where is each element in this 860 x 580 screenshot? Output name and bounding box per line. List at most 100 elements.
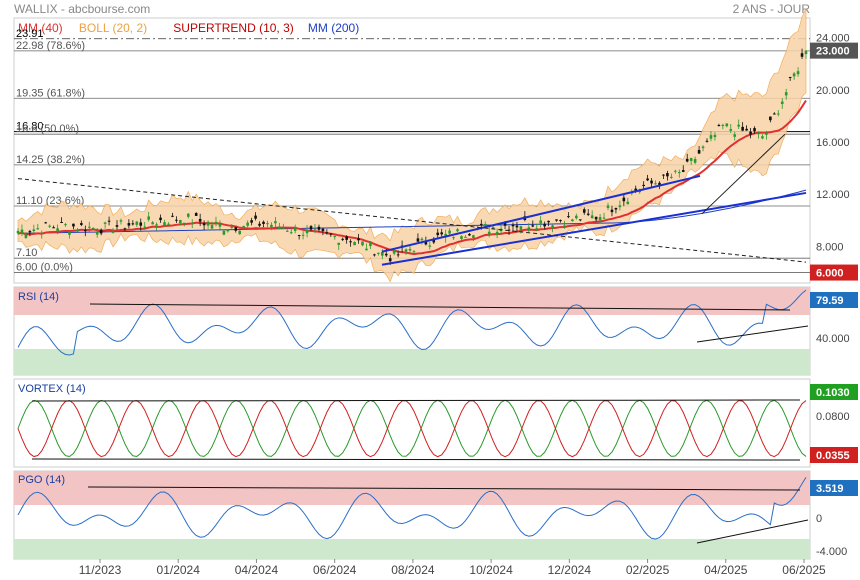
candle-body xyxy=(151,222,154,225)
candle-body xyxy=(456,229,459,232)
legend-item-3: MM (200) xyxy=(308,21,359,35)
rsi-value-badge: 79.59 xyxy=(816,295,844,307)
candle-body xyxy=(527,227,531,231)
candle-body xyxy=(84,230,87,232)
vortex-title: VORTEX (14) xyxy=(18,383,86,395)
vortex-panel xyxy=(13,378,811,468)
pgo-value-badge: 3.519 xyxy=(816,483,844,495)
candle-body xyxy=(753,128,756,132)
candle-body xyxy=(666,173,669,177)
candle-body xyxy=(143,226,147,228)
candle-body xyxy=(622,197,626,202)
candle-body xyxy=(582,209,586,213)
x-tick-8: 04/2025 xyxy=(704,563,748,577)
candle-body xyxy=(567,216,570,218)
candle-body xyxy=(741,126,744,131)
candle-body xyxy=(606,205,610,208)
candle-body xyxy=(91,227,95,229)
candle-body xyxy=(519,226,523,231)
candle-body xyxy=(729,128,733,131)
x-tick-3: 06/2024 xyxy=(313,563,357,577)
candle-body xyxy=(111,231,115,233)
candle-body xyxy=(317,226,321,230)
candle-body xyxy=(769,116,772,121)
candle-body xyxy=(547,220,550,223)
candle-body xyxy=(408,248,412,251)
candle-body xyxy=(780,101,784,104)
last-price-value: 23.000 xyxy=(816,46,850,58)
candle-body xyxy=(674,170,677,172)
candle-body xyxy=(563,225,566,227)
candle-body xyxy=(681,170,685,172)
candle-body xyxy=(733,134,737,137)
candle-body xyxy=(226,229,230,232)
candle-body xyxy=(384,253,388,256)
candle-body xyxy=(788,76,792,78)
candle-body xyxy=(685,158,689,162)
candle-body xyxy=(745,128,748,131)
price-tick-3: 12.000 xyxy=(816,189,850,201)
candle-body xyxy=(107,220,111,222)
stock-chart: WALLIX - abcbourse.com 2 ANS - JOUR MM (… xyxy=(13,2,858,577)
candle-body xyxy=(725,123,729,127)
candle-body xyxy=(610,209,614,213)
candle-body xyxy=(274,221,277,224)
candle-body xyxy=(48,225,51,227)
candle-body xyxy=(297,235,301,237)
candle-body xyxy=(737,124,740,127)
candle-body xyxy=(238,230,242,235)
candle-body xyxy=(677,172,681,174)
candle-body xyxy=(131,223,135,225)
vortex-plus-badge: 0.1030 xyxy=(816,387,850,399)
candle-body xyxy=(119,220,123,222)
x-axis: 11/2023 01/2024 04/2024 06/2024 08/2024 10/20… xyxy=(79,559,826,577)
candle-body xyxy=(278,226,281,230)
candle-body xyxy=(404,249,408,252)
candle-body xyxy=(440,232,443,235)
candle-body xyxy=(202,223,206,226)
rsi-oversold-zone xyxy=(14,349,810,375)
candle-body xyxy=(761,136,764,139)
candle-body xyxy=(44,222,48,224)
candle-body xyxy=(428,245,432,247)
level-label-1: 22.98 (78.6%) xyxy=(16,40,85,52)
candle-body xyxy=(464,236,467,238)
candle-body xyxy=(713,135,717,138)
candle-body xyxy=(571,219,574,222)
candle-body xyxy=(559,220,562,222)
candle-body xyxy=(80,223,83,225)
level-label-5: 14.25 (38.2%) xyxy=(16,154,85,166)
candle-body xyxy=(52,227,55,229)
candle-body xyxy=(198,218,202,222)
candle-body xyxy=(693,158,697,163)
candle-body xyxy=(539,220,542,224)
candle-body xyxy=(575,215,578,219)
x-tick-2: 04/2024 xyxy=(235,563,279,577)
candle-body xyxy=(697,150,701,154)
candle-body xyxy=(602,217,606,219)
candle-body xyxy=(448,230,451,234)
candle-body xyxy=(598,217,602,221)
candle-body xyxy=(776,113,780,115)
candle-body xyxy=(412,251,416,253)
candle-body xyxy=(250,220,253,223)
candle-body xyxy=(618,205,622,208)
candle-body xyxy=(262,221,265,224)
candle-body xyxy=(230,226,234,228)
candle-body xyxy=(701,146,705,149)
candle-body xyxy=(709,135,713,139)
candle-body xyxy=(163,222,166,226)
rsi-overbought-zone xyxy=(14,287,810,315)
candle-body xyxy=(266,223,269,225)
candle-body xyxy=(147,216,150,220)
candle-body xyxy=(301,234,305,236)
candle-body xyxy=(551,225,554,229)
price-tick-1: 20.000 xyxy=(816,85,850,97)
candle-body xyxy=(337,242,341,245)
candle-body xyxy=(285,230,289,232)
candle-body xyxy=(578,219,582,221)
candle-body xyxy=(773,113,776,115)
candle-body xyxy=(543,224,546,227)
candle-body xyxy=(670,176,673,178)
candle-body xyxy=(155,224,158,226)
